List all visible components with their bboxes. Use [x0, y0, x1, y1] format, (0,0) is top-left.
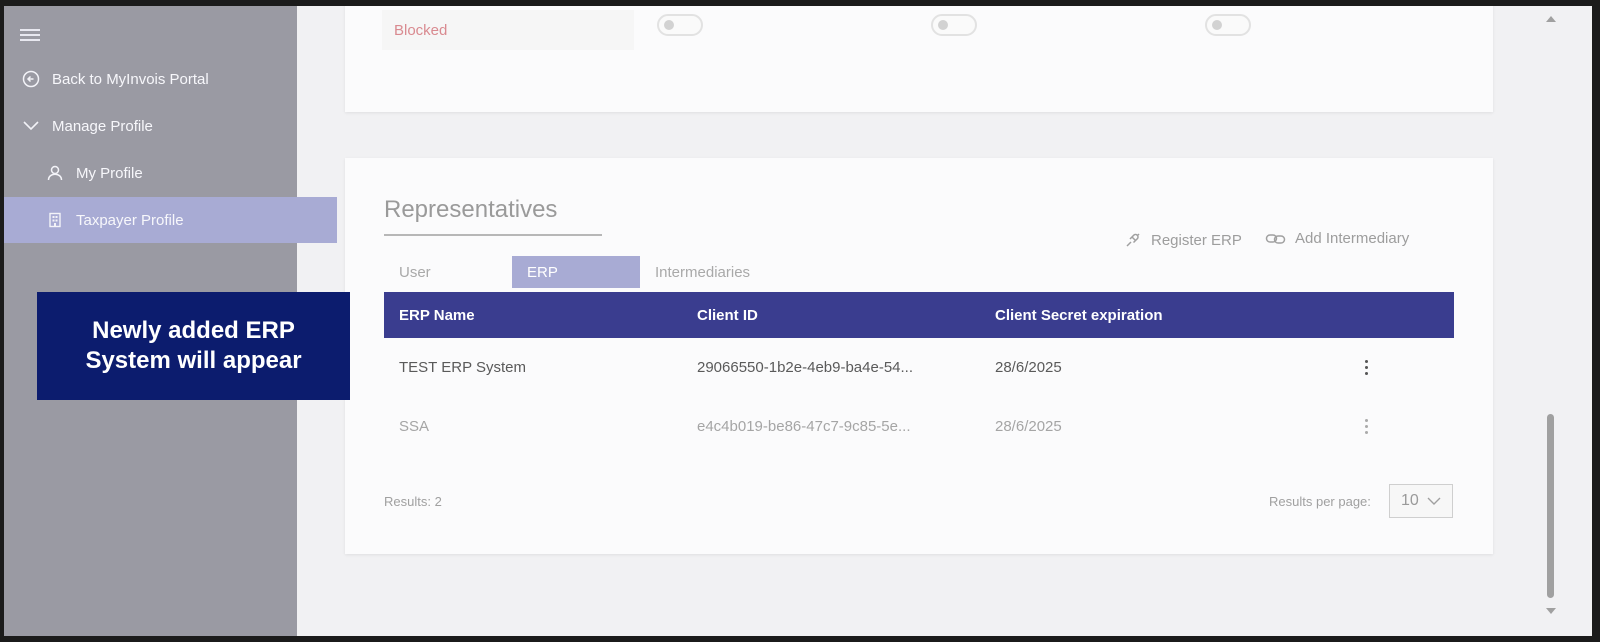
results-per-page-label: Results per page: [1269, 494, 1371, 509]
add-intermediary-button[interactable]: Add Intermediary [1265, 230, 1409, 247]
toggle-switch[interactable] [657, 14, 703, 36]
back-circle-icon [20, 68, 42, 90]
scrollbar-thumb[interactable] [1547, 414, 1554, 598]
results-per-page-select[interactable]: 10 [1389, 484, 1453, 518]
table-row[interactable]: TEST ERP System 29066550-1b2e-4eb9-ba4e-… [384, 338, 1454, 397]
sidebar-item-label: Back to MyInvois Portal [52, 70, 209, 88]
toggle-switch[interactable] [1205, 14, 1251, 36]
table-row[interactable]: SSA e4c4b019-be86-47c7-9c85-5e... 28/6/2… [384, 397, 1454, 456]
main-content: Blocked Representatives Register ERP Add… [297, 6, 1592, 636]
tab-intermediaries[interactable]: Intermediaries [640, 256, 768, 288]
client-id-cell: e4c4b019-be86-47c7-9c85-5e... [697, 418, 911, 435]
tab-erp[interactable]: ERP [512, 256, 640, 288]
column-header-erp-name[interactable]: ERP Name [384, 307, 682, 324]
client-id-cell: 29066550-1b2e-4eb9-ba4e-54... [697, 359, 914, 376]
hamburger-icon[interactable] [20, 26, 40, 42]
column-header-client-id[interactable]: Client ID [682, 307, 980, 324]
scroll-up-icon[interactable] [1546, 16, 1556, 22]
sidebar-item-label: My Profile [76, 164, 143, 182]
toggle-switch[interactable] [931, 14, 977, 36]
taxpayer-details-card: Blocked [345, 6, 1493, 112]
more-options-icon[interactable] [1357, 414, 1376, 440]
chain-link-icon [1265, 231, 1287, 247]
column-header-secret-expiration[interactable]: Client Secret expiration [980, 307, 1278, 324]
sidebar-item-taxpayer-profile[interactable]: Taxpayer Profile [4, 197, 337, 243]
chevron-down-icon [1427, 496, 1441, 506]
register-erp-button[interactable]: Register ERP [1123, 230, 1242, 250]
vertical-scrollbar[interactable] [1544, 6, 1558, 636]
app-window: Back to MyInvois Portal Manage Profile M… [4, 6, 1592, 636]
sidebar-item-label: Taxpayer Profile [76, 211, 184, 229]
table-header: ERP Name Client ID Client Secret expirat… [384, 292, 1454, 338]
person-icon [44, 162, 66, 184]
status-value: Blocked [382, 10, 634, 50]
title-underline [384, 234, 602, 236]
building-icon [44, 209, 66, 231]
video-caption: Newly added ERP System will appear [37, 292, 350, 400]
expiration-cell: 28/6/2025 [995, 359, 1062, 376]
results-count: Results: 2 [384, 494, 442, 509]
representatives-card: Representatives Register ERP Add Interme… [345, 158, 1493, 554]
expiration-cell: 28/6/2025 [995, 418, 1062, 435]
erp-name-cell: TEST ERP System [399, 359, 526, 376]
sidebar-item-label: Manage Profile [52, 117, 153, 135]
representative-tabs: User ERP Intermediaries [384, 256, 768, 288]
sidebar-item-manage-profile[interactable]: Manage Profile [4, 103, 313, 149]
more-options-icon[interactable] [1357, 355, 1376, 381]
scroll-down-icon[interactable] [1546, 608, 1556, 614]
chevron-down-icon [20, 115, 42, 137]
link-icon [1123, 230, 1143, 250]
erp-table: ERP Name Client ID Client Secret expirat… [384, 292, 1454, 456]
tab-user[interactable]: User [384, 256, 512, 288]
section-title: Representatives [384, 196, 558, 223]
sidebar-item-my-profile[interactable]: My Profile [4, 150, 337, 196]
caption-text: Newly added ERP System will appear [85, 317, 302, 374]
sidebar-item-back-to-portal[interactable]: Back to MyInvois Portal [4, 56, 313, 102]
erp-name-cell: SSA [399, 418, 430, 435]
